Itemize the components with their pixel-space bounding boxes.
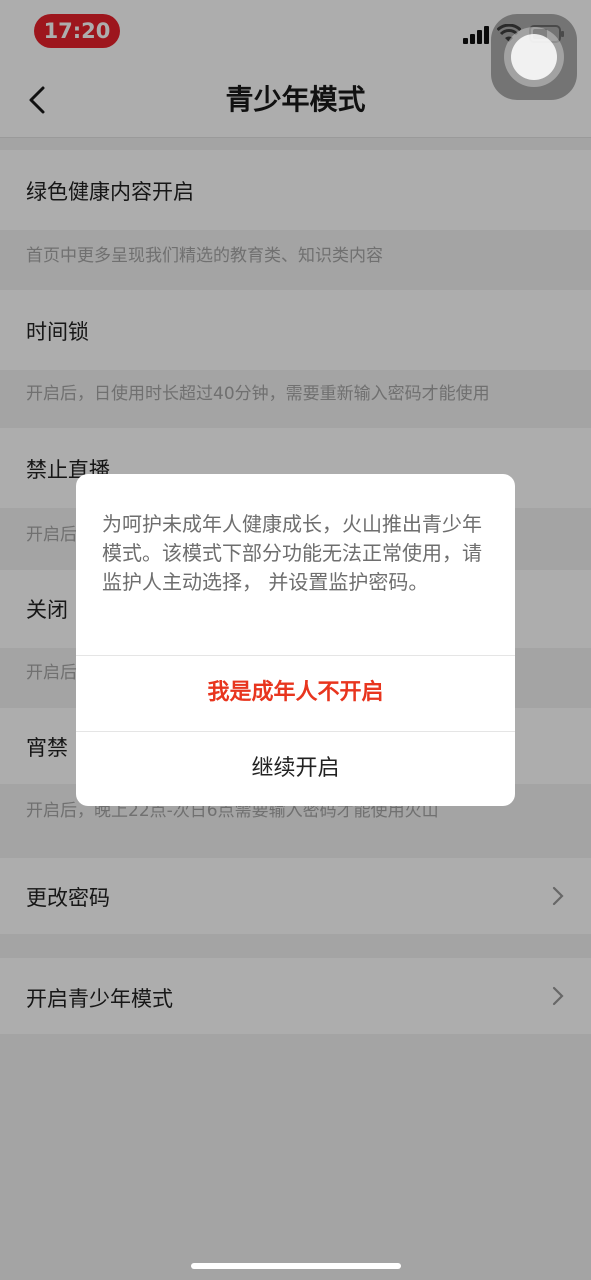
dialog-message: 为呵护未成年人健康成长，火山推出青少年模式。该模式下部分功能无法正常使用，请监护…	[102, 512, 482, 594]
teen-mode-screen: 17:20 青少年模式 绿色健康内容开启 首页中更多呈现我们精选的教育类、知识类…	[0, 0, 591, 1280]
decline-button[interactable]: 我是成年人不开启	[76, 655, 515, 731]
continue-button[interactable]: 继续开启	[76, 731, 515, 806]
home-indicator[interactable]	[191, 1263, 401, 1269]
assistive-touch-center	[511, 34, 557, 80]
teen-mode-dialog: 为呵护未成年人健康成长，火山推出青少年模式。该模式下部分功能无法正常使用，请监护…	[76, 474, 515, 806]
assistive-touch-button[interactable]	[491, 14, 577, 100]
